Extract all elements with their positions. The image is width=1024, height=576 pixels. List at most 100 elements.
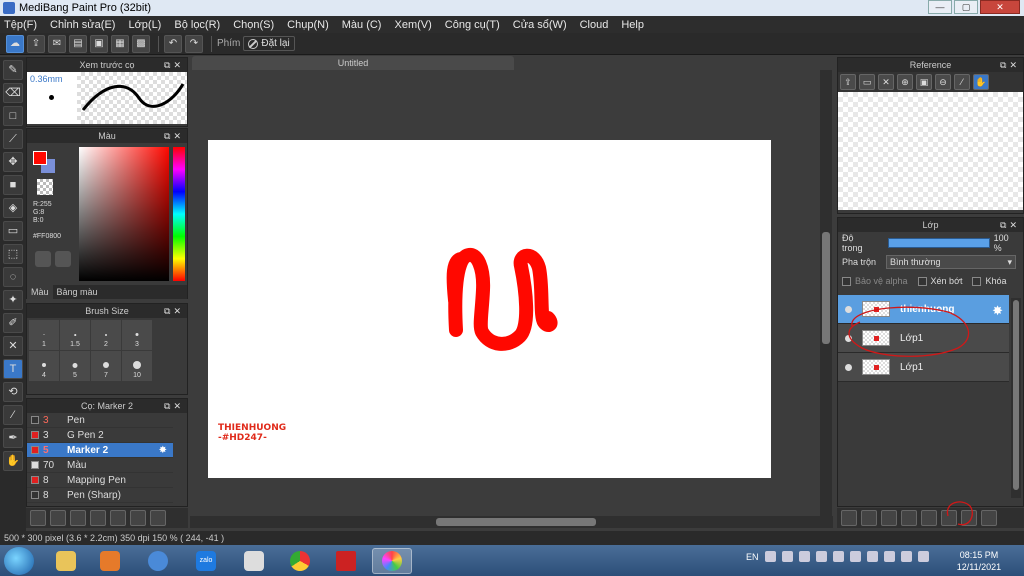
menu-select[interactable]: Chọn(S) <box>233 19 274 31</box>
gradient-tool-icon[interactable]: ▭ <box>3 221 23 241</box>
drawing-canvas[interactable]: THIENHUONG -#HD247- <box>208 140 771 478</box>
lasso-tool-icon[interactable]: ◌ <box>3 267 23 287</box>
menu-tools[interactable]: Công cụ(T) <box>445 19 500 31</box>
foreground-color-swatch[interactable] <box>33 151 47 165</box>
tray-icon[interactable] <box>866 551 878 562</box>
gear-icon[interactable]: ✸ <box>159 445 167 456</box>
protect-alpha-checkbox[interactable] <box>842 276 851 286</box>
duplicate-icon[interactable] <box>130 510 146 526</box>
brush-menu-icon[interactable] <box>70 510 86 526</box>
canvas-tab[interactable]: Untitled <box>192 56 514 70</box>
size-cell[interactable]: 1.5 <box>60 320 90 350</box>
merge-layer-icon[interactable] <box>961 510 977 526</box>
gear-icon[interactable]: ✸ <box>992 303 1003 319</box>
menu-layer[interactable]: Lớp(L) <box>128 19 161 31</box>
tab-palette[interactable]: Bảng màu <box>53 285 102 299</box>
scroll-thumb[interactable] <box>822 232 830 344</box>
brush-item[interactable]: 70 Màu <box>27 458 173 473</box>
blend-mode-select[interactable]: Bình thường <box>886 255 1017 269</box>
panel-buttons[interactable]: ⧉✕ <box>1000 218 1020 232</box>
open-folder-icon[interactable]: ▭ <box>859 74 875 90</box>
document-icon[interactable]: ▤ <box>69 34 87 53</box>
brush-item[interactable]: 3 Pen <box>27 413 173 428</box>
eraser-tool-icon[interactable]: ⌫ <box>3 83 23 103</box>
cloud-icon[interactable]: ☁ <box>6 34 24 53</box>
brush-item[interactable]: 3 G Pen 2 <box>27 428 173 443</box>
visibility-icon[interactable] <box>845 334 852 342</box>
text-tool-icon[interactable]: T <box>3 359 23 379</box>
tray-icon[interactable] <box>832 551 844 562</box>
fit-icon[interactable]: ▣ <box>916 74 932 90</box>
brush-item[interactable]: 8 Mapping Pen <box>27 473 173 488</box>
saturation-value-picker[interactable] <box>79 147 169 281</box>
color-picker-icon[interactable] <box>55 251 71 267</box>
folder-icon[interactable] <box>110 510 126 526</box>
grid-icon[interactable]: ▦ <box>111 34 129 53</box>
taskbar-explorer[interactable] <box>46 548 86 574</box>
tab-color[interactable]: Màu <box>27 285 53 299</box>
tray-icon[interactable] <box>764 551 776 562</box>
move-tool-icon[interactable]: ✥ <box>3 152 23 172</box>
menu-window[interactable]: Cửa sổ(W) <box>513 19 567 31</box>
shape-tool-icon[interactable]: □ <box>3 106 23 126</box>
tray-icon[interactable] <box>883 551 895 562</box>
taskbar-snipping[interactable] <box>234 548 274 574</box>
layer-item[interactable]: Lớp1 <box>838 353 1009 382</box>
size-cell[interactable]: 10 <box>122 351 152 381</box>
scroll-thumb[interactable] <box>436 518 596 526</box>
brush-item-selected[interactable]: 5 Marker 2 ✸ <box>27 443 173 458</box>
taskbar-chrome[interactable] <box>280 548 320 574</box>
start-button[interactable] <box>4 547 34 575</box>
new-layer-1bit-icon[interactable] <box>881 510 897 526</box>
panel-buttons[interactable]: ⧉✕ <box>164 58 184 72</box>
menu-help[interactable]: Help <box>621 19 644 31</box>
tray-icon[interactable] <box>815 551 827 562</box>
size-cell[interactable]: 2 <box>91 320 121 350</box>
menu-edit[interactable]: Chỉnh sửa(E) <box>50 19 115 31</box>
minimize-button[interactable]: — <box>928 0 952 14</box>
close-button[interactable]: ✕ <box>980 0 1020 14</box>
undo-icon[interactable]: ↶ <box>164 34 182 53</box>
panel-buttons[interactable]: ⧉✕ <box>1000 58 1020 72</box>
fill-rect-tool-icon[interactable]: ■ <box>3 175 23 195</box>
hand-icon[interactable]: ✋ <box>973 74 989 90</box>
maximize-button[interactable]: ▢ <box>954 0 978 14</box>
close-icon[interactable]: ✕ <box>878 74 894 90</box>
menu-view[interactable]: Xem(V) <box>394 19 431 31</box>
size-cell[interactable]: 3 <box>122 320 152 350</box>
taskbar-zalo[interactable]: zalo <box>186 548 226 574</box>
menu-cloud[interactable]: Cloud <box>580 19 609 31</box>
brush-item[interactable]: 8 Pen (Sharp) <box>27 488 173 503</box>
zoom-in-icon[interactable]: ⊕ <box>897 74 913 90</box>
new-brush-icon[interactable] <box>50 510 66 526</box>
redo-icon[interactable]: ↷ <box>185 34 203 53</box>
taskbar-paint[interactable] <box>326 548 366 574</box>
add-brush-icon[interactable] <box>30 510 46 526</box>
taskbar-media-player[interactable] <box>90 548 130 574</box>
visibility-icon[interactable] <box>845 363 852 371</box>
trash-icon[interactable] <box>150 510 166 526</box>
vertical-scrollbar[interactable] <box>820 70 832 516</box>
zoom-out-icon[interactable]: ⊖ <box>935 74 951 90</box>
clipping-checkbox[interactable] <box>917 276 927 286</box>
select-pen-icon[interactable]: ✐ <box>3 313 23 333</box>
panel-buttons[interactable]: ⧉✕ <box>164 129 184 143</box>
volume-icon[interactable] <box>917 551 929 562</box>
reference-image-area[interactable] <box>838 92 1023 210</box>
reset-button[interactable]: Đặt lại <box>243 36 295 51</box>
palette-icon[interactable] <box>35 251 51 267</box>
network-icon[interactable] <box>900 551 912 562</box>
opacity-slider[interactable] <box>888 238 990 248</box>
size-cell[interactable]: 5 <box>60 351 90 381</box>
tiles-icon[interactable]: ▩ <box>132 34 150 53</box>
comment-icon[interactable]: ✉ <box>48 34 66 53</box>
menu-file[interactable]: Tệp(F) <box>4 19 37 31</box>
eyedropper-tool-icon[interactable]: ⁄ <box>3 405 23 425</box>
menu-snap[interactable]: Chụp(N) <box>287 19 329 31</box>
select-eraser-icon[interactable]: ✕ <box>3 336 23 356</box>
lock-checkbox[interactable] <box>972 276 982 286</box>
eyedropper-icon[interactable]: ⁄ <box>954 74 970 90</box>
tray-icon[interactable] <box>781 551 793 562</box>
scroll-thumb[interactable] <box>1013 300 1019 490</box>
horizontal-scrollbar[interactable] <box>190 516 833 528</box>
